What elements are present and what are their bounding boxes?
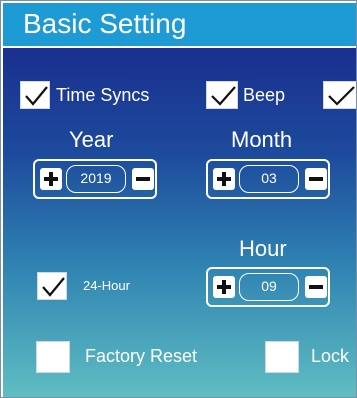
hour-decrement-button[interactable]: [305, 276, 327, 298]
settings-panel: Time Syncs Beep Year 2019 Month 03 Hour …: [3, 48, 356, 397]
month-decrement-button[interactable]: [305, 168, 327, 190]
factory-reset-checkbox[interactable]: [36, 341, 70, 373]
check-icon: [211, 86, 236, 106]
hour-label: Hour: [239, 236, 287, 261]
year-decrement-button[interactable]: [132, 168, 154, 190]
month-value: 03: [239, 165, 299, 193]
year-value: 2019: [66, 165, 126, 193]
lock-label: Lock: [311, 346, 350, 366]
time-syncs-checkbox[interactable]: [20, 81, 50, 109]
third-checkbox[interactable]: [323, 81, 356, 109]
basic-setting-screen: Basic Setting Time Syncs Beep Year 2019 …: [0, 0, 357, 398]
hour-value: 09: [239, 273, 299, 301]
page-title: Basic Setting: [23, 8, 187, 39]
24-hour-checkbox[interactable]: [37, 272, 67, 300]
lock-checkbox[interactable]: [265, 341, 299, 373]
month-label: Month: [231, 127, 293, 152]
check-icon: [25, 86, 48, 106]
header-bar: Basic Setting: [3, 3, 356, 46]
hour-stepper: 09: [206, 267, 330, 307]
year-stepper: 2019: [33, 159, 157, 199]
time-syncs-label: Time Syncs: [56, 85, 150, 105]
hour-increment-button[interactable]: [213, 276, 235, 298]
year-increment-button[interactable]: [40, 168, 62, 190]
month-increment-button[interactable]: [213, 168, 235, 190]
beep-checkbox[interactable]: [206, 81, 238, 109]
24-hour-label: 24-Hour: [83, 278, 130, 293]
factory-reset-label: Factory Reset: [85, 346, 198, 366]
check-icon: [328, 86, 355, 106]
beep-label: Beep: [243, 85, 286, 105]
check-icon: [42, 277, 65, 297]
year-label: Year: [69, 127, 114, 152]
month-stepper: 03: [206, 159, 330, 199]
